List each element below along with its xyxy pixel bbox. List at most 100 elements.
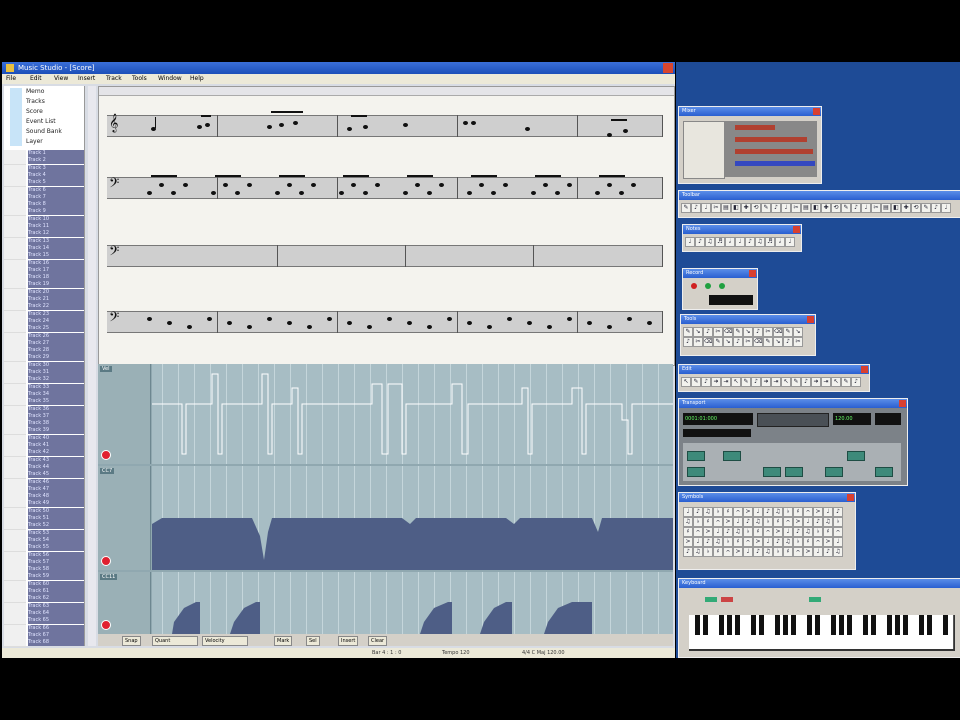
note[interactable] bbox=[211, 191, 216, 195]
loop-icon[interactable] bbox=[719, 283, 725, 289]
track-row[interactable]: Track 40 bbox=[4, 434, 84, 443]
tool-icon[interactable]: ♩ bbox=[693, 537, 703, 547]
track-row[interactable]: Track 37 bbox=[4, 412, 84, 421]
track-row[interactable]: Track 64 bbox=[4, 609, 84, 618]
tool-icon[interactable]: 𝄐 bbox=[793, 547, 803, 557]
tool-icon[interactable]: ♬ bbox=[765, 237, 775, 247]
tool-icon[interactable]: ♯ bbox=[783, 547, 793, 557]
tool-icon[interactable]: ♩ bbox=[833, 537, 843, 547]
note[interactable] bbox=[347, 321, 352, 325]
note[interactable] bbox=[327, 317, 332, 321]
tool-icon[interactable]: ⇥ bbox=[771, 377, 781, 387]
tool-icon[interactable]: ✂ bbox=[763, 327, 773, 337]
staff-bass-pad[interactable]: 𝄢 bbox=[107, 243, 663, 267]
tool-icon[interactable]: ♪ bbox=[753, 327, 763, 337]
track-row[interactable]: Track 26 bbox=[4, 332, 84, 341]
track-row[interactable]: Track 59 bbox=[4, 573, 84, 582]
note[interactable] bbox=[147, 191, 152, 195]
tool-icon[interactable]: ♭ bbox=[783, 507, 793, 517]
note[interactable] bbox=[527, 321, 532, 325]
cc11-lane-body[interactable] bbox=[152, 572, 673, 634]
track-row[interactable]: Track 9 bbox=[4, 208, 84, 217]
track-row[interactable]: Track 31 bbox=[4, 369, 84, 377]
note[interactable] bbox=[339, 191, 344, 195]
tool-icon[interactable]: ⌫ bbox=[753, 337, 763, 347]
tool-icon[interactable]: ♪ bbox=[691, 203, 701, 213]
record-icon[interactable] bbox=[691, 283, 697, 289]
tool-icon[interactable]: ✎ bbox=[841, 377, 851, 387]
tool-icon[interactable]: ♯ bbox=[713, 547, 723, 557]
piano-black-key[interactable] bbox=[783, 615, 788, 635]
note[interactable] bbox=[407, 321, 412, 325]
track-row[interactable]: Track 39 bbox=[4, 427, 84, 436]
tool-icon[interactable]: ⇥ bbox=[821, 377, 831, 387]
menu-file[interactable]: File bbox=[6, 74, 16, 84]
tool-icon[interactable]: ♭ bbox=[773, 547, 783, 557]
tool-icon[interactable]: ⟲ bbox=[831, 203, 841, 213]
staff-bass-percussion[interactable]: 𝄢 bbox=[107, 309, 663, 333]
tool-icon[interactable]: ↘ bbox=[723, 337, 733, 347]
metronome-button[interactable] bbox=[847, 451, 865, 461]
piano-black-key[interactable] bbox=[815, 615, 820, 635]
track-row[interactable]: Track 16 bbox=[4, 259, 84, 268]
tool-icon[interactable]: ✚ bbox=[741, 203, 751, 213]
score-view[interactable]: 𝄞 𝄢 𝄢 𝄢 bbox=[98, 86, 675, 366]
track-row[interactable]: Track 47 bbox=[4, 485, 84, 494]
note[interactable] bbox=[647, 321, 652, 325]
track-row[interactable]: Track 2 bbox=[4, 157, 84, 166]
tool-icon[interactable]: > bbox=[683, 537, 693, 547]
track-row[interactable]: Track 24 bbox=[4, 317, 84, 326]
track-row[interactable]: Track 7 bbox=[4, 193, 84, 202]
track-row[interactable]: Track 57 bbox=[4, 558, 84, 567]
tool-icon[interactable]: ⌫ bbox=[773, 327, 783, 337]
tool-icon[interactable]: ✎ bbox=[691, 377, 701, 387]
piano-black-key[interactable] bbox=[831, 615, 836, 635]
tool-icon[interactable]: ♫ bbox=[803, 527, 813, 537]
track-row[interactable]: Track 51 bbox=[4, 515, 84, 523]
tool-icon[interactable]: ✎ bbox=[761, 203, 771, 213]
track-row[interactable]: Track 34 bbox=[4, 390, 84, 399]
tool-icon[interactable]: > bbox=[723, 517, 733, 527]
tool-icon[interactable]: ♯ bbox=[793, 507, 803, 517]
tool-icon[interactable]: 𝄐 bbox=[743, 537, 753, 547]
tool-icon[interactable]: ♯ bbox=[803, 537, 813, 547]
tool-icon[interactable]: ♩ bbox=[685, 237, 695, 247]
tool-icon[interactable]: ♫ bbox=[823, 517, 833, 527]
note[interactable] bbox=[567, 183, 572, 187]
play-icon[interactable] bbox=[705, 283, 711, 289]
tool-icon[interactable]: ♫ bbox=[763, 547, 773, 557]
tool-icon[interactable]: ♩ bbox=[743, 547, 753, 557]
tool-icon[interactable]: ♫ bbox=[773, 507, 783, 517]
piano-black-key[interactable] bbox=[943, 615, 948, 635]
note[interactable] bbox=[487, 325, 492, 329]
close-icon[interactable] bbox=[793, 226, 800, 233]
piano-black-key[interactable] bbox=[871, 615, 876, 635]
tool-icon[interactable]: ♪ bbox=[793, 527, 803, 537]
tool-icon[interactable]: ◧ bbox=[731, 203, 741, 213]
tool-icon[interactable]: ♭ bbox=[833, 517, 843, 527]
cc11-lane[interactable]: CC11 bbox=[98, 572, 673, 634]
note[interactable] bbox=[171, 191, 176, 195]
menu-insert[interactable]: Insert bbox=[78, 74, 95, 84]
note[interactable] bbox=[415, 183, 420, 187]
track-row[interactable]: Track 61 bbox=[4, 588, 84, 596]
tool-icon[interactable]: ◧ bbox=[891, 203, 901, 213]
ffwd-button[interactable] bbox=[875, 467, 893, 477]
tool-icon[interactable]: ♩ bbox=[735, 237, 745, 247]
piano-black-key[interactable] bbox=[727, 615, 732, 635]
tool-icon[interactable]: ♫ bbox=[693, 547, 703, 557]
tool-icon[interactable]: ⌫ bbox=[703, 337, 713, 347]
tool-icon[interactable]: ♯ bbox=[773, 517, 783, 527]
tool-icon[interactable]: ♭ bbox=[793, 537, 803, 547]
track-row[interactable]: Track 46 bbox=[4, 478, 84, 487]
tool-icon[interactable]: ♪ bbox=[753, 547, 763, 557]
tool-icon[interactable]: > bbox=[823, 537, 833, 547]
tool-icon[interactable]: ♭ bbox=[813, 527, 823, 537]
clear-button[interactable]: Clear bbox=[368, 636, 388, 646]
track-row[interactable]: Track 49 bbox=[4, 500, 84, 509]
tool-icon[interactable]: ♫ bbox=[683, 517, 693, 527]
note[interactable] bbox=[183, 183, 188, 187]
tool-icon[interactable]: > bbox=[793, 517, 803, 527]
tool-icon[interactable]: ✂ bbox=[713, 327, 723, 337]
insert-button[interactable]: Insert bbox=[338, 636, 359, 646]
